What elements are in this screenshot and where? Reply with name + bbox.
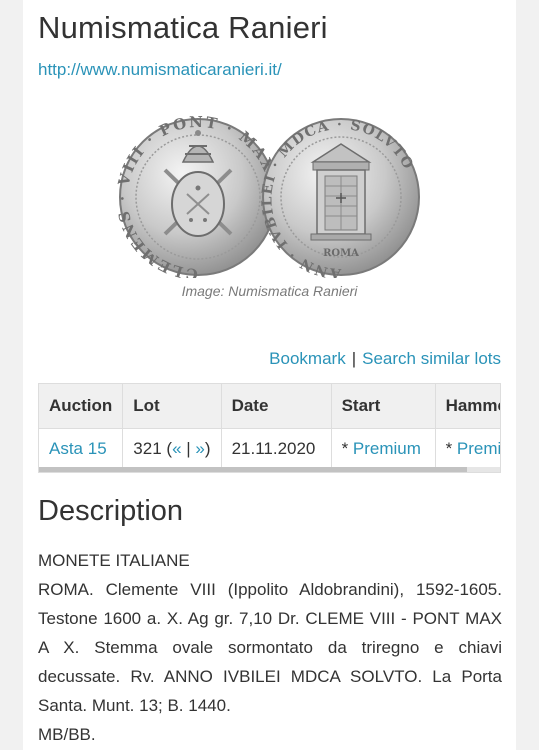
- auction-link[interactable]: Asta 15: [49, 439, 107, 458]
- next-lot-link[interactable]: »: [195, 439, 204, 458]
- description-text: MONETE ITALIANE ROMA. Clemente VIII (Ipp…: [38, 546, 502, 749]
- cell-start: * Premium: [331, 427, 436, 470]
- description-grade: MB/BB.: [38, 725, 96, 744]
- table-row: Asta 15 321 (« | ») 21.11.2020 * Premium…: [39, 427, 500, 470]
- previous-lot-link[interactable]: «: [172, 439, 181, 458]
- website-link[interactable]: http://www.numismaticaranieri.it/: [38, 60, 282, 80]
- description-body: ROMA. Clemente VIII (Ippolito Aldobrandi…: [38, 580, 502, 715]
- header-date: Date: [221, 384, 332, 428]
- cell-auction: Asta 15: [39, 427, 124, 470]
- hammer-premium-link[interactable]: Premium: [457, 439, 500, 458]
- header-lot: Lot: [122, 384, 222, 428]
- start-premium-link[interactable]: Premium: [353, 439, 421, 458]
- search-similar-lots-link[interactable]: Search similar lots: [362, 349, 501, 368]
- header-hammer: Hammer: [435, 384, 500, 428]
- lot-nav-separator: |: [186, 439, 191, 459]
- description-heading: Description: [38, 495, 184, 527]
- cell-date: 21.11.2020: [221, 427, 332, 470]
- lot-table: Auction Lot Date Start Hammer Asta 15 32…: [39, 384, 500, 470]
- coin-image[interactable]: CLEMENS · VIII · PONT · MAX ANN · IVBILE…: [117, 116, 423, 278]
- coin-reverse: ANN · IVBILEI · MDCA · SOLVTO ROMA: [259, 117, 420, 278]
- page-title: Numismatica Ranieri: [38, 10, 328, 45]
- scrollbar-thumb[interactable]: [39, 467, 467, 472]
- description-category: MONETE ITALIANE: [38, 551, 190, 570]
- reverse-mark: ROMA: [323, 248, 359, 259]
- lot-actions: Bookmark | Search similar lots: [269, 349, 501, 369]
- lot-number: 321: [133, 439, 162, 459]
- header-auction: Auction: [39, 384, 124, 428]
- lot-nav-close: ): [204, 439, 211, 459]
- start-asterisk: *: [341, 439, 353, 459]
- actions-separator: |: [351, 349, 357, 368]
- table-header-row: Auction Lot Date Start Hammer: [39, 384, 500, 428]
- header-start: Start: [331, 384, 436, 428]
- cell-hammer: * Premium: [435, 427, 500, 470]
- image-caption: Image: Numismatica Ranieri: [181, 283, 358, 299]
- table-horizontal-scrollbar[interactable]: [39, 467, 500, 472]
- coin-obverse: CLEMENS · VIII · PONT · MAX: [117, 116, 277, 278]
- lot-table-scroll-container[interactable]: Auction Lot Date Start Hammer Asta 15 32…: [38, 383, 501, 473]
- cell-lot: 321 (« | »): [122, 427, 222, 470]
- bookmark-link[interactable]: Bookmark: [269, 349, 346, 368]
- hammer-asterisk: *: [445, 439, 457, 459]
